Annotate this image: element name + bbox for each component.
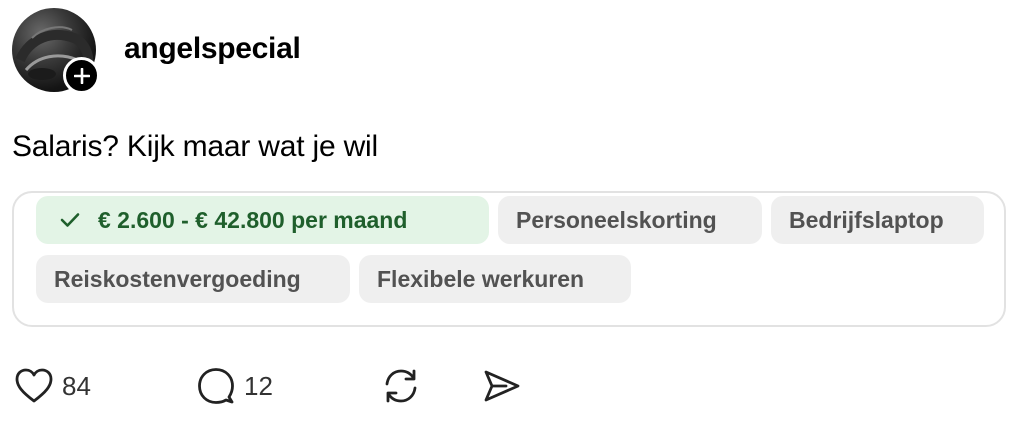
plus-icon: [73, 67, 90, 84]
repost-button[interactable]: [381, 364, 421, 408]
salary-chip: € 2.600 - € 42.800 per maand: [36, 196, 489, 244]
comment-icon: [198, 368, 234, 404]
chip-travel-allowance: Reiskostenvergoeding: [36, 255, 350, 303]
like-count: 84: [62, 370, 91, 401]
chip-employee-discount: Personeelskorting: [498, 196, 762, 244]
like-button[interactable]: 84: [14, 364, 91, 408]
heart-icon: [15, 368, 53, 403]
chip-flexible-hours: Flexibele werkuren: [359, 255, 631, 303]
chip-company-laptop: Bedrijfslaptop: [771, 196, 984, 244]
share-icon: [484, 370, 520, 402]
salary-label: € 2.600 - € 42.800 per maand: [98, 206, 408, 233]
reply-count: 12: [244, 370, 273, 401]
repost-icon: [385, 369, 417, 403]
post-text: Salaris? Kijk maar wat je wil: [12, 130, 378, 163]
username[interactable]: angelspecial: [124, 32, 301, 66]
follow-button[interactable]: [63, 57, 100, 94]
reply-button[interactable]: 12: [196, 364, 273, 408]
avatar-wrap[interactable]: [12, 8, 100, 94]
job-benefits-card[interactable]: € 2.600 - € 42.800 per maand Personeelsk…: [12, 191, 1006, 327]
check-icon: [60, 212, 80, 228]
share-button[interactable]: [482, 364, 522, 408]
